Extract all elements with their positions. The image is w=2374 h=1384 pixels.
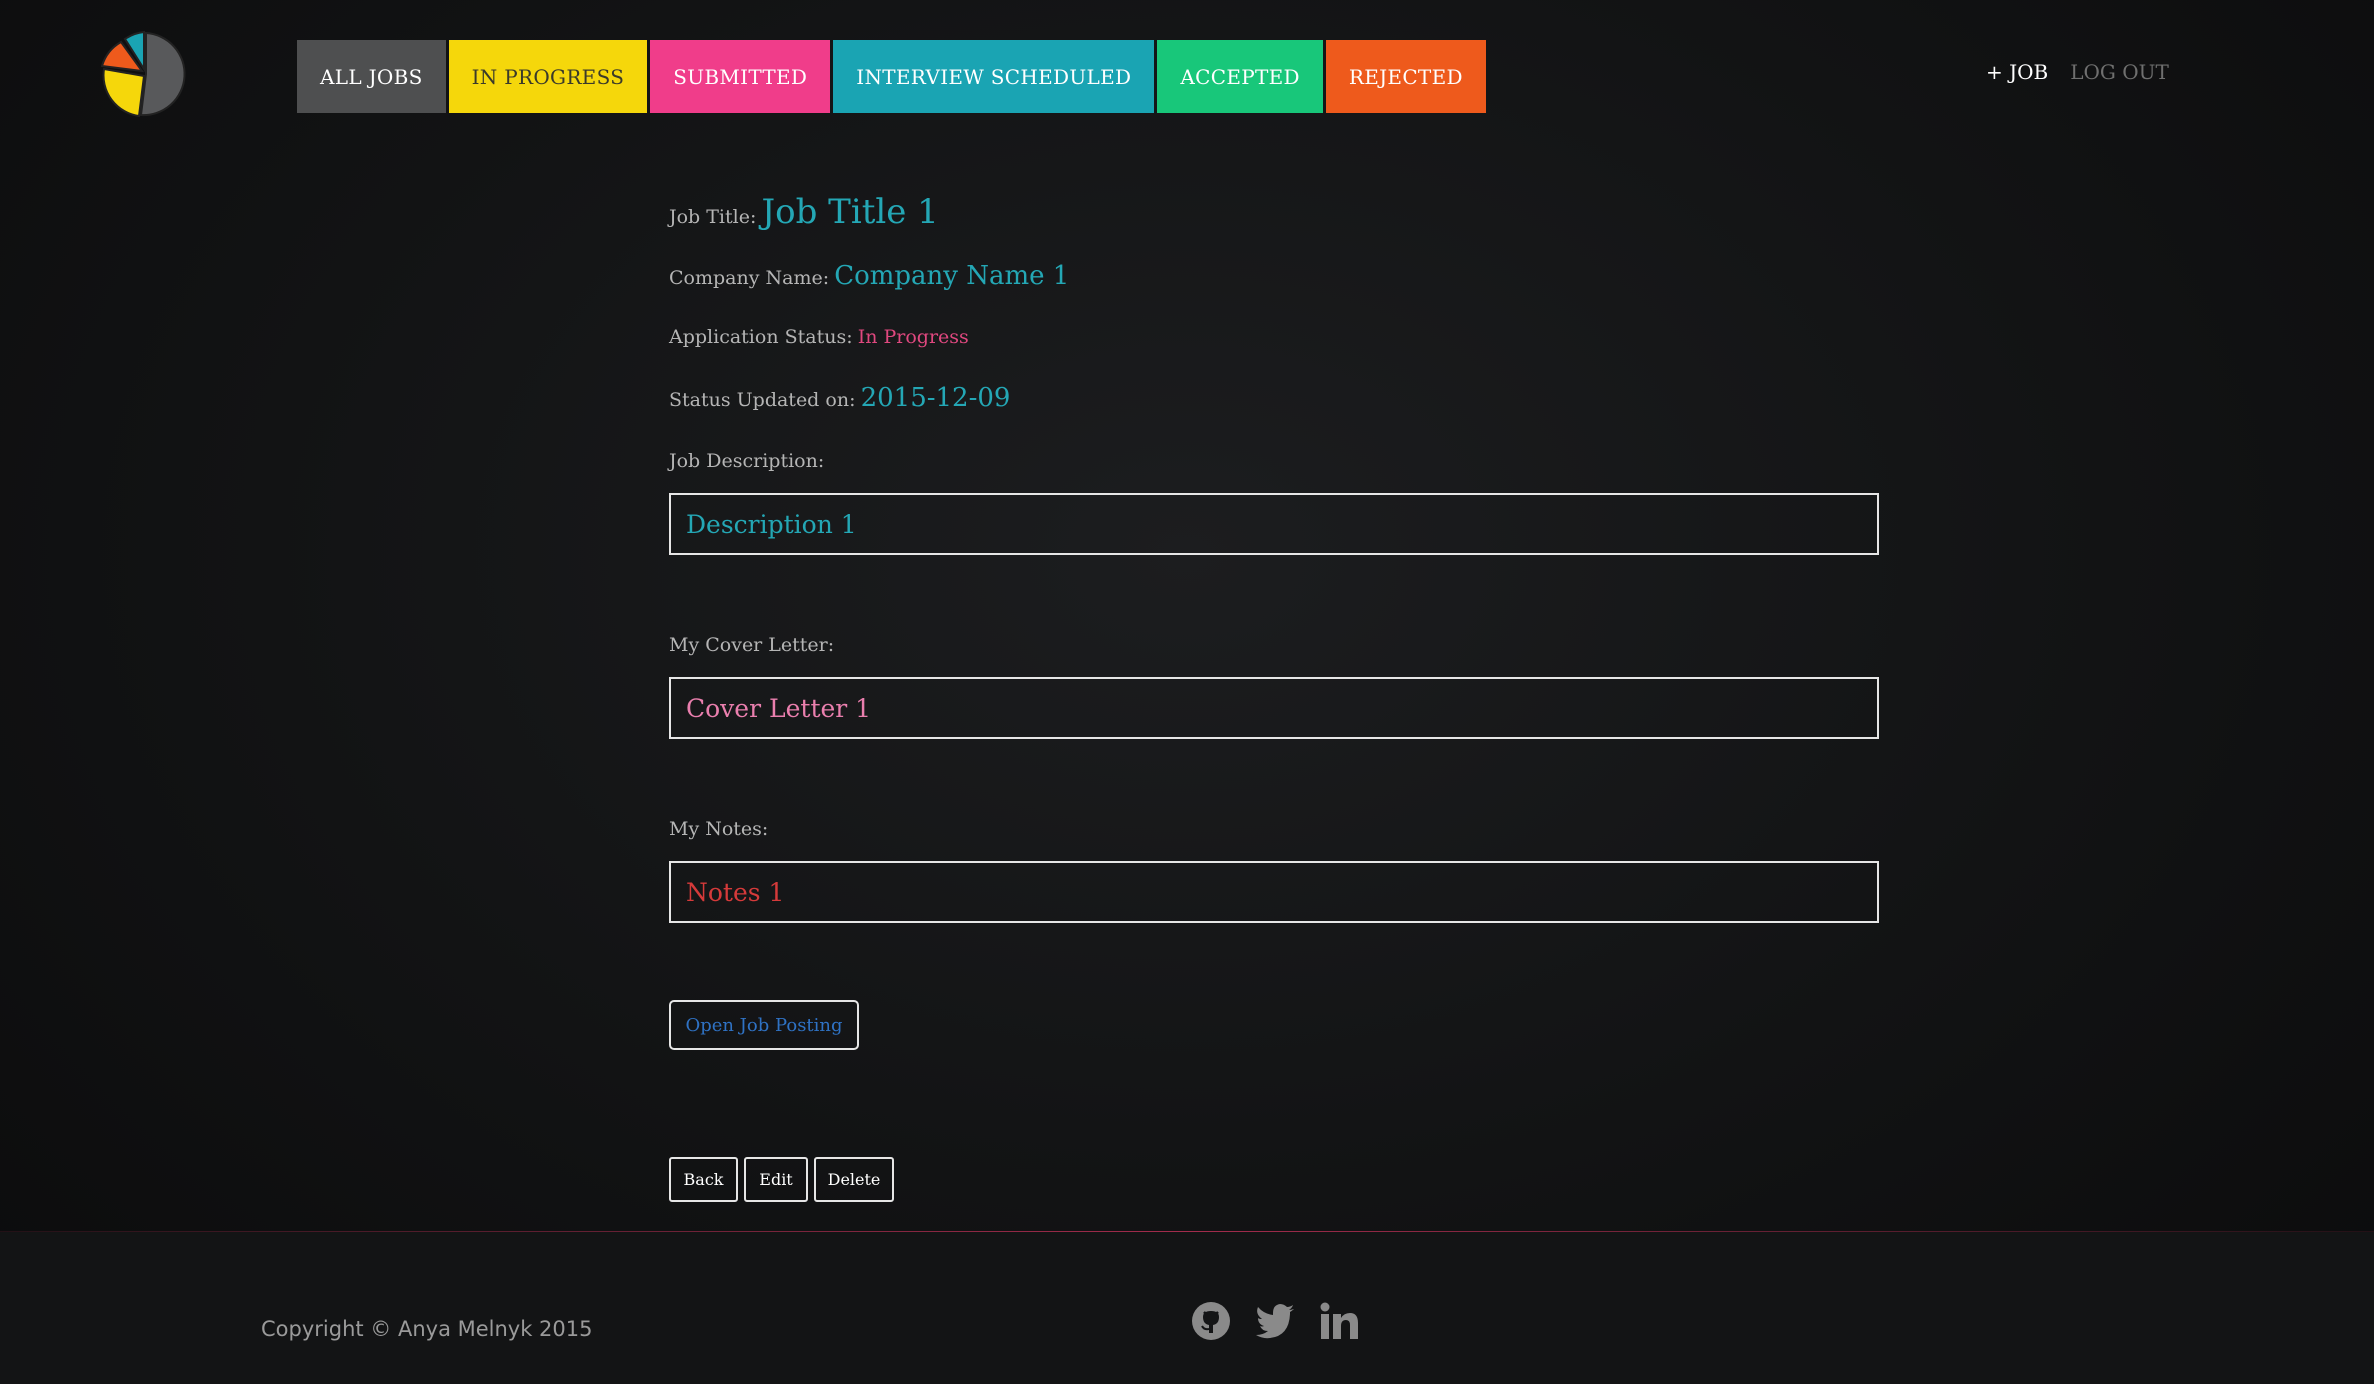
tab-submitted[interactable]: SUBMITTED [650, 40, 831, 113]
company-name-value: Company Name 1 [834, 261, 1070, 291]
job-title-value: Job Title 1 [761, 192, 939, 232]
cover-letter-label: My Cover Letter: [669, 634, 834, 656]
tab-in-progress[interactable]: IN PROGRESS [448, 40, 648, 113]
job-description-label-text: Job Description: [669, 450, 825, 472]
tab-interview-scheduled[interactable]: INTERVIEW SCHEDULED [833, 40, 1155, 113]
notes-box: Notes 1 [669, 861, 1879, 923]
company-name-label: Company Name: [669, 267, 830, 289]
notes-label: My Notes: [669, 818, 768, 840]
action-buttons: Back Edit Delete [669, 1157, 894, 1202]
application-status-field: Application Status: In Progress [669, 326, 969, 348]
status-updated-field: Status Updated on: 2015-12-09 [669, 383, 1010, 413]
job-title-field: Job Title: Job Title 1 [669, 192, 939, 232]
top-links: + JOB LOG OUT [1986, 60, 2169, 84]
notes-label-text: My Notes: [669, 818, 769, 840]
open-job-posting-button[interactable]: Open Job Posting [669, 1000, 859, 1050]
job-description-label: Job Description: [669, 450, 824, 472]
logout-link[interactable]: LOG OUT [2070, 60, 2169, 84]
job-description-box: Description 1 [669, 493, 1879, 555]
cover-letter-label-text: My Cover Letter: [669, 634, 835, 656]
status-nav: ALL JOBS IN PROGRESS SUBMITTED INTERVIEW… [297, 40, 1486, 113]
cover-letter-box: Cover Letter 1 [669, 677, 1879, 739]
github-icon[interactable] [1190, 1300, 1232, 1342]
status-updated-label: Status Updated on: [669, 389, 856, 411]
add-job-link[interactable]: + JOB [1986, 60, 2048, 84]
status-updated-value: 2015-12-09 [860, 383, 1011, 413]
copyright-text: Copyright © Anya Melnyk 2015 [261, 1317, 593, 1341]
edit-button[interactable]: Edit [744, 1157, 808, 1202]
footer [0, 1232, 2374, 1384]
pie-chart-logo-icon[interactable] [100, 29, 191, 119]
tab-accepted[interactable]: ACCEPTED [1157, 40, 1323, 113]
twitter-icon[interactable] [1254, 1300, 1296, 1342]
social-links [1190, 1300, 1360, 1342]
job-title-label: Job Title: [669, 206, 757, 228]
application-status-label: Application Status: [669, 326, 853, 348]
tab-rejected[interactable]: REJECTED [1325, 40, 1486, 113]
linkedin-icon[interactable] [1318, 1300, 1360, 1342]
tab-all-jobs[interactable]: ALL JOBS [297, 40, 446, 113]
application-status-value: In Progress [857, 326, 969, 348]
delete-button[interactable]: Delete [814, 1157, 894, 1202]
company-name-field: Company Name: Company Name 1 [669, 261, 1069, 291]
back-button[interactable]: Back [669, 1157, 738, 1202]
